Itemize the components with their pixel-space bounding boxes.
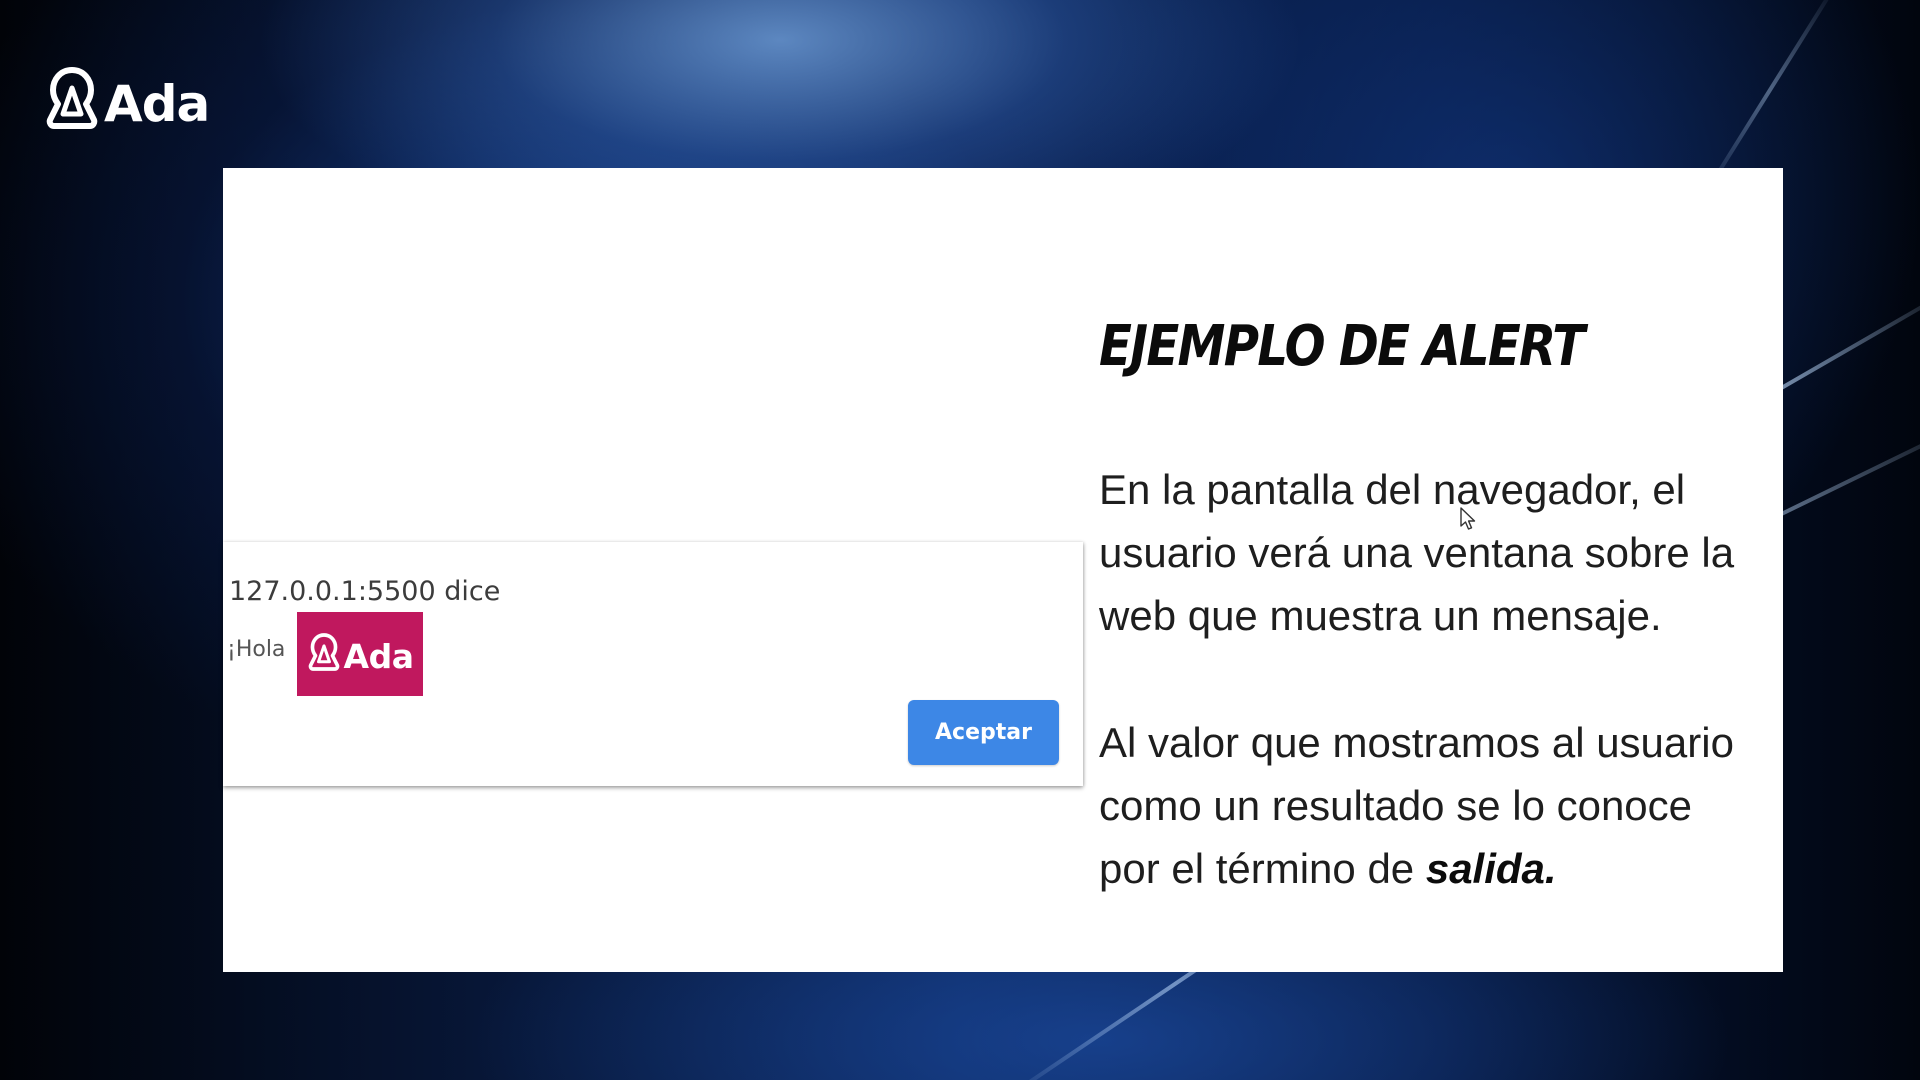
alert-message-text: ¡Hola xyxy=(227,637,286,662)
slide-card: 127.0.0.1:5500 dice ¡Hola Ada Aceptar EJ… xyxy=(223,168,1783,972)
slide-title: EJEMPLO DE ALERT xyxy=(1099,314,1585,379)
paragraph-output: Al valor que mostramos al usuario como u… xyxy=(1099,711,1759,900)
mouse-pointer-icon xyxy=(1459,506,1477,537)
ada-badge-text: Ada xyxy=(343,636,414,676)
accept-button[interactable]: Aceptar xyxy=(908,700,1059,765)
paragraph-output-lead: Al valor que mostramos al usuario como u… xyxy=(1099,719,1734,892)
ada-logo-text: Ada xyxy=(104,74,210,133)
alert-origin-text: 127.0.0.1:5500 dice xyxy=(229,576,501,607)
alert-dialog: 127.0.0.1:5500 dice ¡Hola Ada Aceptar xyxy=(223,542,1083,786)
ada-badge: Ada xyxy=(297,612,423,696)
ada-logo-icon xyxy=(307,632,341,677)
paragraph-intro: En la pantalla del navegador, el usuario… xyxy=(1099,466,1735,639)
emphasis-salida: salida. xyxy=(1425,845,1557,892)
ada-logo: Ada xyxy=(44,66,210,135)
ada-logo-icon xyxy=(44,66,100,135)
